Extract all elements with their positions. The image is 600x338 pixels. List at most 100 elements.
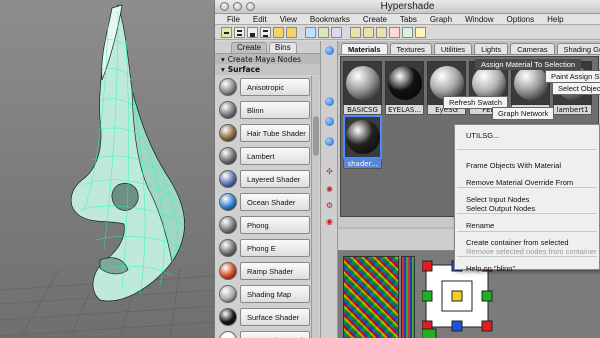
context-menu-item[interactable]: Frame Objects With Material	[466, 161, 561, 170]
graph-network-menu-item[interactable]: Graph Network	[492, 107, 555, 120]
menu-graph[interactable]: Graph	[430, 15, 452, 24]
sphere-icon[interactable]	[325, 46, 334, 55]
layout-bottom-icon[interactable]	[247, 26, 258, 38]
surface-node-row[interactable]: Use Background	[218, 329, 310, 338]
shader-swatch-icon[interactable]	[219, 262, 237, 281]
surface-section-header[interactable]: ▾ Surface	[215, 64, 320, 75]
tab-lights[interactable]: Lights	[474, 43, 509, 54]
shader-swatch-icon[interactable]	[219, 78, 237, 97]
scrollbar-thumb[interactable]	[313, 116, 319, 156]
menu-bookmarks[interactable]: Bookmarks	[310, 15, 350, 24]
surface-node-row[interactable]: Phong	[218, 214, 310, 237]
assign-material-menu-item[interactable]: Assign Material To Selection	[475, 59, 582, 70]
input-output-icon[interactable]	[363, 26, 374, 38]
shader-swatch-icon[interactable]	[219, 193, 237, 212]
shader-swatch-icon[interactable]	[219, 308, 237, 327]
create-node-button[interactable]: Phong	[240, 216, 310, 235]
create-nodes-header[interactable]: ▾ Create Maya Nodes	[215, 53, 320, 64]
surface-node-row[interactable]: Blinn	[218, 99, 310, 122]
surface-node-row[interactable]: Shading Map	[218, 283, 310, 306]
shader-swatch-icon[interactable]	[219, 147, 237, 166]
create-node-button[interactable]: Layered Shader	[240, 170, 310, 189]
tab-bins[interactable]: Bins	[269, 42, 297, 53]
utility-icon[interactable]: ⚙	[324, 201, 335, 212]
node-list-scrollbar[interactable]	[311, 76, 319, 338]
create-node-button[interactable]: Shading Map	[240, 285, 310, 304]
tab-cameras[interactable]: Cameras	[510, 43, 555, 54]
create-node-button[interactable]: Use Background	[240, 331, 310, 338]
surface-node-row[interactable]: Hair Tube Shader	[218, 122, 310, 145]
surface-node-row[interactable]: Anisotropic	[218, 76, 310, 99]
material-swatch[interactable]: EYELAS...	[385, 61, 424, 115]
shader-swatch-icon[interactable]	[219, 170, 237, 189]
tab-create[interactable]: Create	[231, 42, 268, 53]
tab-textures[interactable]: Textures	[389, 43, 432, 54]
sort-icon[interactable]	[415, 26, 426, 38]
back-arrow-icon[interactable]	[273, 26, 284, 38]
create-node-button[interactable]: Ocean Shader	[240, 193, 310, 212]
surface-node-row[interactable]: Ocean Shader	[218, 191, 310, 214]
tab-materials[interactable]: Materials	[341, 43, 388, 54]
texture-swatch-node-2[interactable]	[401, 256, 415, 338]
create-node-button[interactable]: Surface Shader	[240, 308, 310, 327]
context-menu-item[interactable]: UTILSG...	[466, 131, 499, 140]
material-ball-icon	[343, 115, 382, 159]
sphere-icon[interactable]	[325, 117, 334, 126]
menu-file[interactable]: File	[227, 15, 240, 24]
material-swatch[interactable]: shader...	[343, 115, 382, 169]
show-icons-icon[interactable]	[389, 26, 400, 38]
graph-materials-icon[interactable]	[331, 26, 342, 38]
menu-tabs[interactable]: Tabs	[400, 15, 417, 24]
create-node-button[interactable]: Phong E	[240, 239, 310, 258]
create-node-button[interactable]: Hair Tube Shader	[240, 124, 310, 143]
tab-utilities[interactable]: Utilities	[433, 43, 473, 54]
context-menu-item[interactable]: Remove selected nodes from container	[466, 247, 597, 256]
light-icon[interactable]: ✺	[324, 185, 335, 196]
texture-icon[interactable]: ✣	[324, 167, 335, 178]
output-connections-icon[interactable]	[376, 26, 387, 38]
context-menu-item[interactable]: Select Input Nodes	[466, 195, 529, 204]
surface-node-row[interactable]: Phong E	[218, 237, 310, 260]
menu-options[interactable]: Options	[507, 15, 535, 24]
sphere-icon[interactable]	[325, 97, 334, 106]
show-list-icon[interactable]	[402, 26, 413, 38]
create-node-button[interactable]: Anisotropic	[240, 78, 310, 97]
layout-top-icon[interactable]	[234, 26, 245, 38]
shader-swatch-icon[interactable]	[219, 285, 237, 304]
context-menu-item[interactable]: Rename	[466, 221, 494, 230]
input-connections-icon[interactable]	[350, 26, 361, 38]
material-swatch[interactable]: BASICSG	[343, 61, 382, 115]
shader-swatch-icon[interactable]	[219, 101, 237, 120]
shader-swatch-icon[interactable]	[219, 239, 237, 258]
toggle-create-bar-icon[interactable]	[221, 26, 232, 38]
create-node-button[interactable]: Ramp Shader	[240, 262, 310, 281]
surface-node-row[interactable]: Layered Shader	[218, 168, 310, 191]
create-node-button[interactable]: Blinn	[240, 101, 310, 120]
shader-swatch-icon[interactable]	[219, 331, 237, 338]
surface-node-row[interactable]: Surface Shader	[218, 306, 310, 329]
rearrange-graph-icon[interactable]	[318, 26, 329, 38]
select-objects-menu-item[interactable]: Select Objects	[552, 82, 600, 95]
menu-help[interactable]: Help	[547, 15, 563, 24]
create-node-button[interactable]: Lambert	[240, 147, 310, 166]
clear-graph-icon[interactable]	[305, 26, 316, 38]
tab-shading-groups[interactable]: Shading Groups	[556, 43, 600, 54]
camera-icon[interactable]: ◉	[324, 217, 335, 228]
shader-swatch-icon[interactable]	[219, 124, 237, 143]
surface-node-row[interactable]: Lambert	[218, 145, 310, 168]
layout-both-icon[interactable]	[260, 26, 271, 38]
sphere-icon[interactable]	[325, 137, 334, 146]
context-menu-item[interactable]: Create container from selected	[466, 238, 569, 247]
menu-view[interactable]: View	[280, 15, 297, 24]
context-menu-item[interactable]: Help on "blinn"	[466, 264, 515, 273]
context-menu-item[interactable]: Select Output Nodes	[466, 204, 535, 213]
context-menu-item[interactable]: Remove Material Override From	[466, 178, 573, 187]
maya-viewport[interactable]	[0, 0, 214, 338]
menu-window[interactable]: Window	[465, 15, 493, 24]
menu-edit[interactable]: Edit	[253, 15, 267, 24]
forward-arrow-icon[interactable]	[286, 26, 297, 38]
surface-node-row[interactable]: Ramp Shader	[218, 260, 310, 283]
texture-swatch-node[interactable]	[343, 256, 399, 338]
shader-swatch-icon[interactable]	[219, 216, 237, 235]
menu-create[interactable]: Create	[363, 15, 387, 24]
